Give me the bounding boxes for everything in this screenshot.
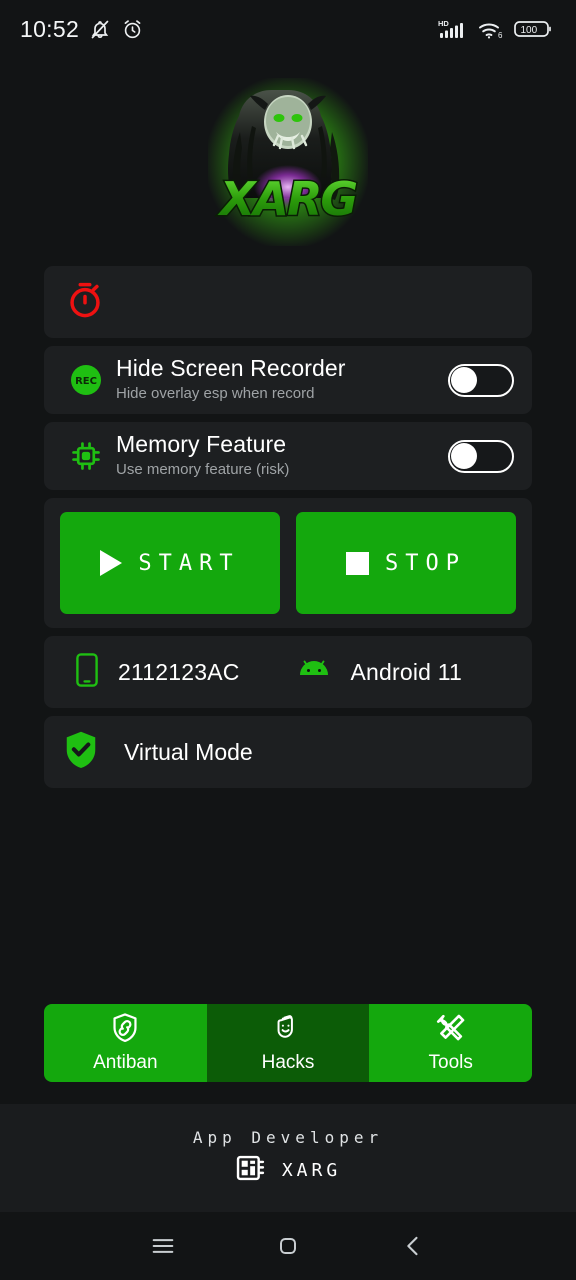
status-bar-clock: 10:52 (20, 15, 80, 42)
device-model: 2112123AC (118, 658, 240, 685)
battery-icon: 100 (514, 18, 554, 40)
shield-link-icon (110, 1012, 140, 1049)
toggle-memory-feature[interactable] (448, 439, 514, 473)
toggle-knob (451, 442, 477, 469)
virtual-mode-card[interactable]: Virtual Mode (44, 716, 532, 788)
stop-button-label: STOP (385, 550, 466, 576)
setting-text-group: Memory Feature Use memory feature (risk) (110, 432, 448, 479)
battery-level-text: 100 (521, 25, 538, 36)
footer: App Developer XARG (0, 1104, 576, 1212)
memory-card-icon (235, 1153, 269, 1188)
start-button[interactable]: START (60, 512, 280, 614)
nav-tab-hacks[interactable]: Hacks (206, 1004, 370, 1082)
nav-tab-label: Hacks (261, 1052, 315, 1073)
tools-icon (435, 1012, 467, 1049)
home-icon[interactable] (258, 1216, 318, 1276)
logo-wordmark: XARG (217, 172, 356, 226)
phone-icon (72, 652, 102, 693)
toggle-hide-screen-recorder[interactable] (448, 363, 514, 397)
device-info-card: 2112123AC Android 11 (44, 636, 532, 708)
setting-row-memory-feature[interactable]: Memory Feature Use memory feature (risk) (44, 422, 532, 490)
masks-icon (273, 1012, 303, 1049)
bell-mute-icon (88, 17, 112, 41)
setting-subtitle: Hide overlay esp when record (116, 385, 315, 403)
footer-developer-group: XARG (235, 1153, 341, 1188)
setting-subtitle: Use memory feature (risk) (116, 461, 290, 479)
status-bar-left: 10:52 (20, 16, 144, 43)
alarm-icon (121, 18, 144, 41)
app-logo-container: XARG (0, 58, 576, 266)
start-button-label: START (138, 550, 240, 576)
toggle-knob (451, 366, 477, 393)
stop-button[interactable]: STOP (296, 512, 516, 614)
play-icon (100, 550, 123, 576)
shield-check-icon (62, 729, 100, 776)
recents-icon[interactable] (133, 1216, 193, 1276)
footer-title: App Developer (192, 1128, 384, 1147)
setting-title: Memory Feature (116, 431, 287, 458)
back-icon[interactable] (383, 1216, 443, 1276)
device-os: Android 11 (350, 658, 462, 685)
xarg-logo: XARG (204, 74, 372, 250)
svg-text:HD: HD (438, 19, 449, 28)
action-buttons-card: START STOP (44, 498, 532, 628)
timer-card[interactable] (44, 266, 532, 338)
system-navigation-bar (0, 1212, 576, 1280)
setting-title: Hide Screen Recorder (116, 355, 346, 382)
nav-tab-tools[interactable]: Tools (369, 1004, 532, 1082)
bottom-navigation: Antiban Hacks Tools (44, 1004, 532, 1082)
stopwatch-icon (64, 279, 106, 326)
setting-text-group: Hide Screen Recorder Hide overlay esp wh… (110, 356, 448, 403)
nav-tab-label: Antiban (93, 1052, 158, 1073)
setting-row-hide-screen-recorder[interactable]: REC Hide Screen Recorder Hide overlay es… (44, 346, 532, 414)
android-icon (294, 656, 334, 689)
hd-signal-icon: HD (438, 17, 468, 41)
flex-spacer (0, 796, 576, 1004)
nav-tab-label: Tools (428, 1052, 473, 1073)
main-content: REC Hide Screen Recorder Hide overlay es… (0, 266, 576, 796)
stop-icon (346, 551, 369, 575)
app-screen: 10:52 HD 6 100 XARG REC Hide Screen Reco… (0, 0, 576, 1280)
status-bar: 10:52 HD 6 100 (0, 0, 576, 58)
footer-developer-name: XARG (281, 1160, 342, 1181)
wifi6-icon: 6 (477, 17, 505, 41)
svg-text:6: 6 (498, 31, 503, 40)
nav-tab-antiban[interactable]: Antiban (44, 1004, 207, 1082)
status-bar-right: HD 6 100 (438, 17, 554, 41)
device-os-group: Android 11 (294, 656, 514, 689)
virtual-mode-label: Virtual Mode (124, 738, 253, 765)
xarg-logo-image: XARG (208, 78, 368, 246)
rec-icon-label: REC (75, 376, 97, 387)
device-model-group: 2112123AC (62, 652, 240, 693)
cpu-chip-icon (62, 439, 110, 473)
rec-icon: REC (62, 362, 110, 398)
